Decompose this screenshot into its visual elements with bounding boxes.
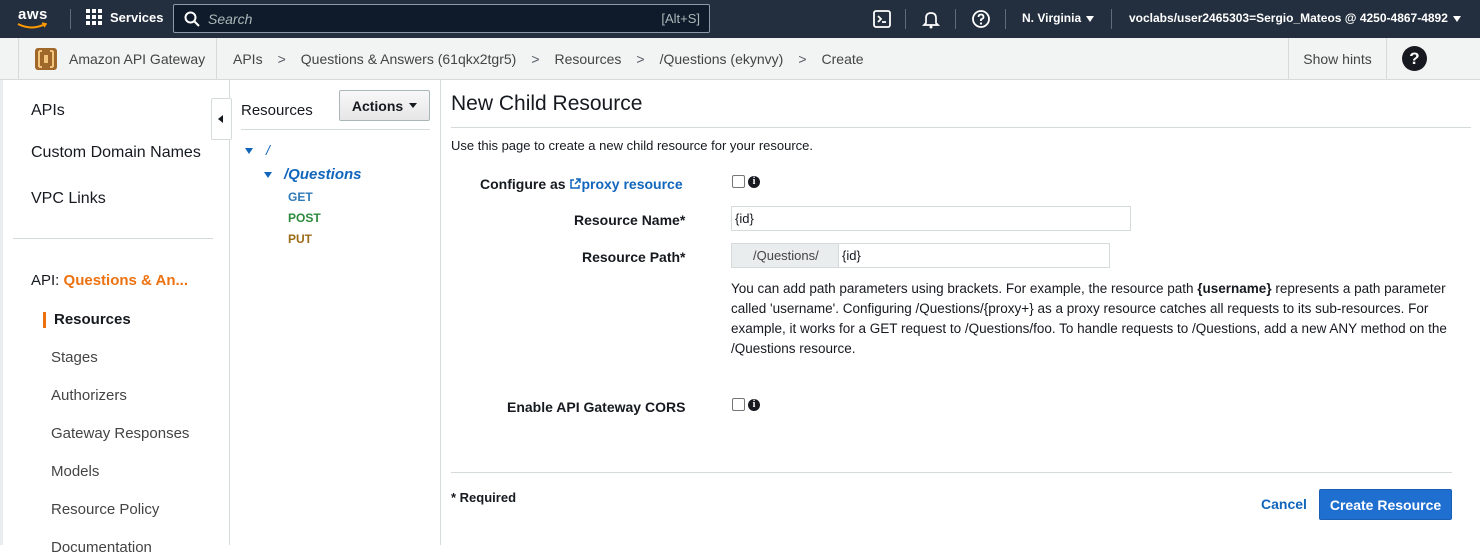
api-gateway-icon [35, 47, 57, 70]
divider [1111, 9, 1112, 29]
divider [955, 9, 956, 29]
nav-item-models[interactable]: Models [51, 463, 99, 480]
resource-path-label: Resource Path* [582, 249, 686, 265]
show-hints-button[interactable]: Show hints [1288, 38, 1387, 79]
help-icon[interactable] [971, 9, 991, 29]
help-text-param: {username} [1197, 281, 1272, 296]
resource-name-label: Resource Name* [574, 212, 686, 228]
help-icon[interactable]: ? [1402, 46, 1427, 71]
page-description: Use this page to create a new child reso… [451, 138, 814, 153]
divider [451, 472, 1452, 473]
resources-title: Resources [241, 102, 313, 119]
nav-item-documentation[interactable]: Documentation [51, 539, 152, 556]
search-box[interactable]: [Alt+S] [173, 4, 710, 33]
divider [13, 238, 213, 239]
search-icon [184, 11, 200, 27]
proxy-label-prefix: Configure as [480, 176, 566, 192]
cancel-button[interactable]: Cancel [1261, 496, 1307, 512]
tree-node-root[interactable]: / [266, 142, 270, 158]
help-text-before: You can add path parameters using bracke… [731, 281, 1198, 296]
api-prefix: API: [31, 272, 60, 289]
proxy-resource-checkbox[interactable] [732, 175, 745, 188]
divider [241, 129, 430, 130]
actions-dropdown[interactable]: Actions [339, 90, 430, 121]
cors-checkbox[interactable] [732, 398, 745, 411]
divider [70, 9, 71, 29]
divider [451, 127, 1471, 128]
breadcrumb-apis[interactable]: APIs [233, 51, 263, 67]
chevron-left-icon [218, 115, 223, 123]
expand-triangle-icon[interactable] [264, 172, 272, 178]
aws-logo-text: aws [18, 6, 48, 23]
create-resource-button[interactable]: Create Resource [1319, 489, 1452, 520]
region-label: N. Virginia [1022, 11, 1082, 25]
service-name: Amazon API Gateway [69, 50, 206, 67]
resource-path-input[interactable] [838, 243, 1110, 268]
nav-item-custom-domain-names[interactable]: Custom Domain Names [31, 144, 201, 162]
tree-node-questions[interactable]: /Questions [284, 166, 362, 183]
proxy-resource-label: Configure as proxy resource [480, 176, 683, 192]
nav-item-apis[interactable]: APIs [31, 102, 65, 120]
tree-method-get[interactable]: GET [288, 190, 313, 204]
services-label: Services [110, 9, 164, 25]
breadcrumb-separator: > [531, 51, 540, 67]
caret-down-icon [1452, 15, 1461, 22]
region-selector[interactable]: N. Virginia [1022, 11, 1095, 25]
info-icon[interactable]: i [748, 399, 760, 411]
expand-triangle-icon[interactable] [245, 148, 253, 154]
breadcrumb-current: Create [821, 51, 864, 67]
nav-item-gateway-responses[interactable]: Gateway Responses [51, 425, 189, 442]
nav-item-resource-policy[interactable]: Resource Policy [51, 501, 159, 518]
collapse-nav-button[interactable] [211, 98, 232, 140]
main-content: New Child Resource Use this page to crea… [441, 80, 1480, 545]
left-nav: APIs Custom Domain Names VPC Links API: … [0, 80, 230, 556]
breadcrumb-separator: > [277, 51, 286, 67]
caret-down-icon [1086, 15, 1095, 22]
service-home-link[interactable]: Amazon API Gateway [18, 38, 217, 79]
caret-down-icon [409, 103, 418, 108]
active-indicator [43, 312, 46, 328]
resources-panel: Resources Actions / /Questions GET POST … [231, 80, 441, 545]
cors-label: Enable API Gateway CORS [507, 399, 686, 415]
bell-icon[interactable] [921, 9, 941, 29]
page-title: New Child Resource [451, 92, 643, 115]
search-input[interactable] [208, 10, 628, 27]
proxy-resource-link[interactable]: proxy resource [581, 176, 682, 192]
actions-label: Actions [351, 97, 404, 114]
nav-item-resources[interactable]: Resources [54, 311, 131, 328]
aws-top-bar: aws Services [Alt+S] N. Virginia voclabs… [0, 0, 1480, 38]
divider [905, 9, 906, 29]
api-name: Questions & An... [63, 272, 188, 289]
search-shortcut: [Alt+S] [661, 11, 700, 26]
tree-method-put[interactable]: PUT [288, 232, 312, 246]
resource-path-prefix: /Questions/ [731, 243, 839, 268]
services-menu[interactable]: Services [86, 9, 164, 25]
resource-name-input[interactable] [731, 206, 1131, 231]
aws-smile-icon [17, 22, 47, 29]
tree-method-post[interactable]: POST [288, 211, 321, 225]
account-menu[interactable]: voclabs/user2465303=Sergio_Mateos @ 4250… [1129, 11, 1461, 25]
breadcrumb-api[interactable]: Questions & Answers (61qkx2tgr5) [301, 51, 517, 67]
nav-item-authorizers[interactable]: Authorizers [51, 387, 127, 404]
cloudshell-icon[interactable] [872, 9, 892, 29]
nav-item-stages[interactable]: Stages [51, 349, 98, 366]
aws-logo[interactable]: aws [14, 4, 54, 34]
resource-path-help: You can add path parameters using bracke… [731, 279, 1451, 359]
breadcrumb-resources[interactable]: Resources [555, 51, 622, 67]
breadcrumb-resource[interactable]: /Questions (ekynvy) [660, 51, 784, 67]
account-label: voclabs/user2465303=Sergio_Mateos @ 4250… [1129, 11, 1448, 25]
current-api-label[interactable]: API: Questions & An... [31, 272, 188, 289]
grid-icon [86, 9, 102, 25]
nav-item-vpc-links[interactable]: VPC Links [31, 190, 106, 208]
breadcrumb: APIs > Questions & Answers (61qkx2tgr5) … [233, 51, 864, 67]
external-link-icon [570, 178, 582, 189]
info-icon[interactable]: i [748, 176, 760, 188]
breadcrumb-separator: > [636, 51, 645, 67]
service-bar: Amazon API Gateway APIs > Questions & An… [0, 38, 1480, 80]
required-note: * Required [451, 490, 517, 505]
divider [1005, 9, 1006, 29]
breadcrumb-separator: > [798, 51, 807, 67]
